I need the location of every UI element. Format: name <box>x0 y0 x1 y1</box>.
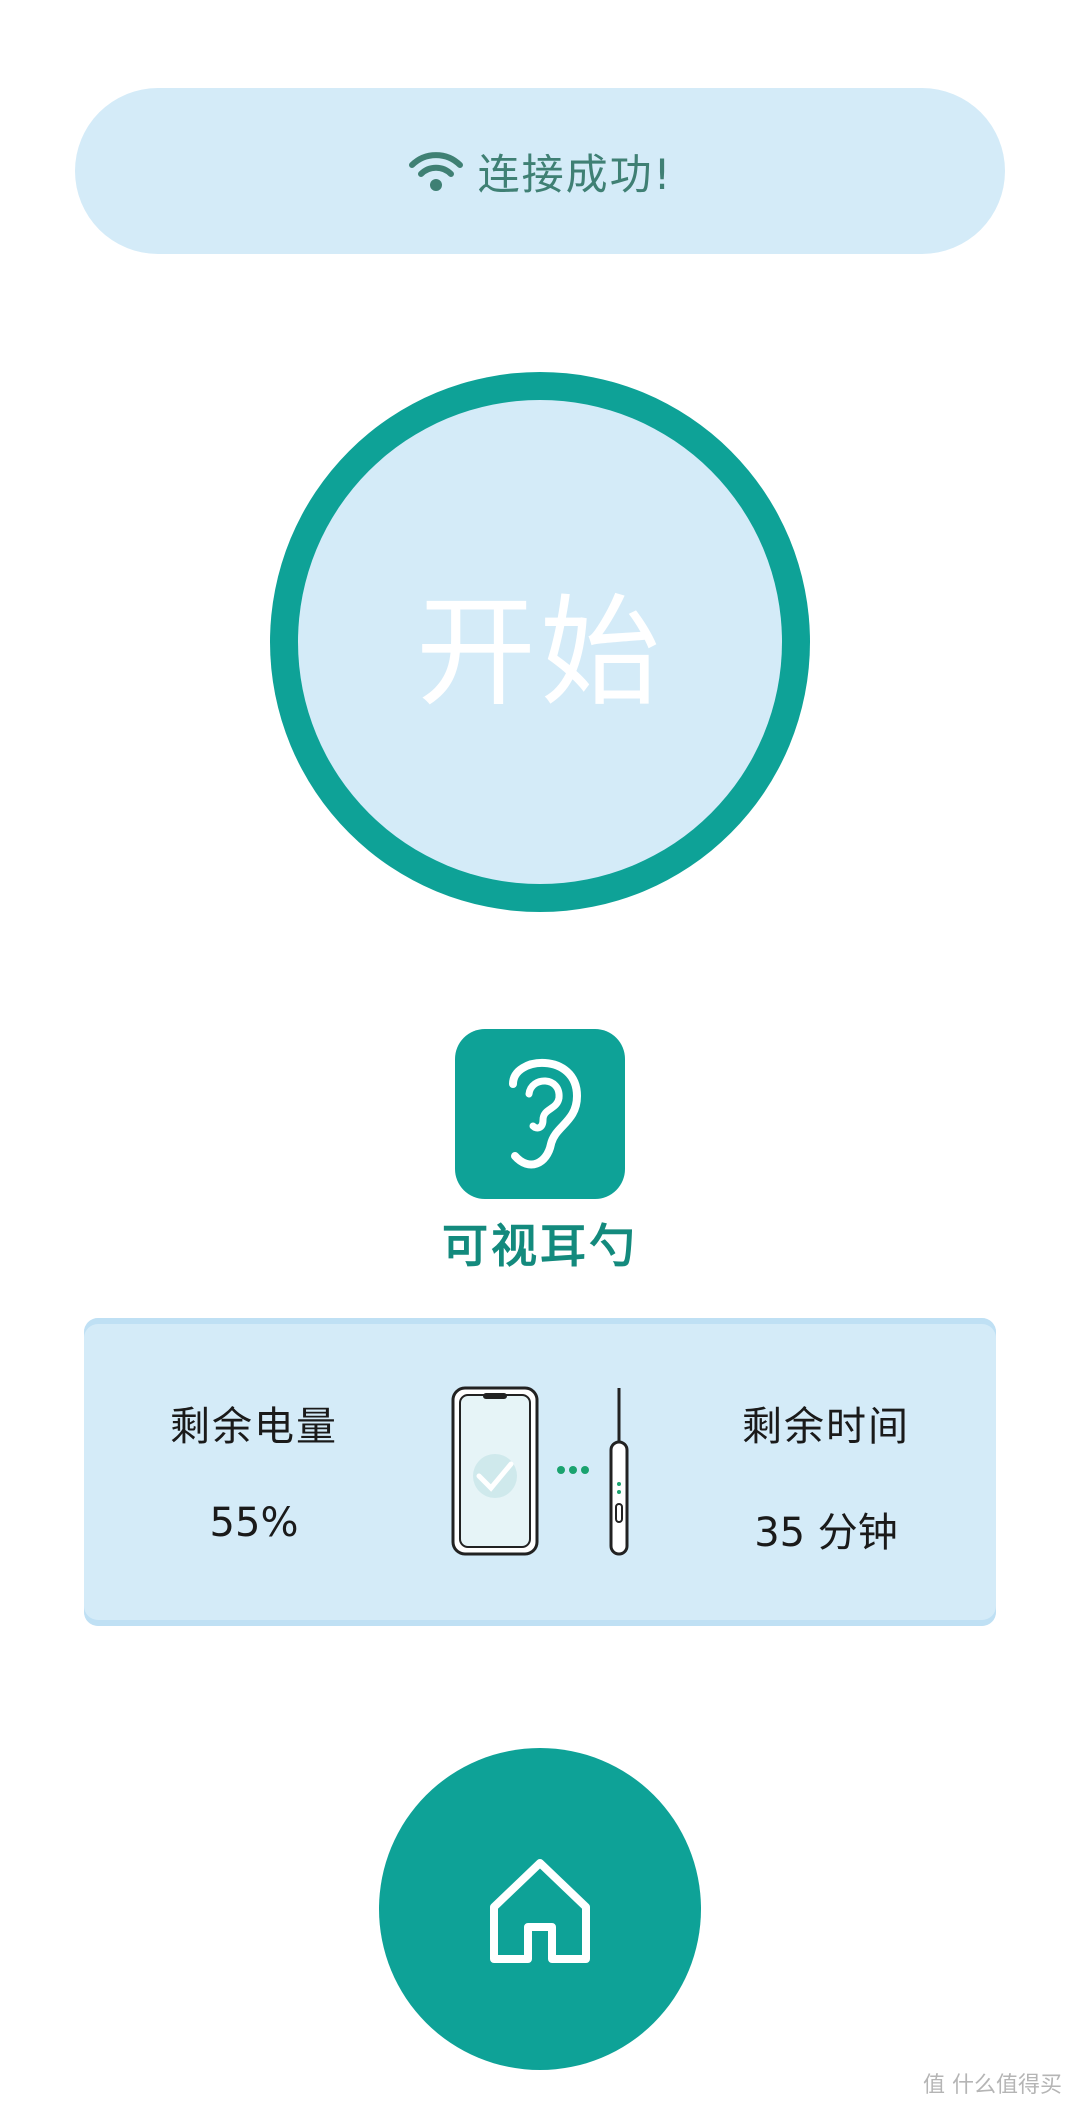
start-button-face[interactable]: 开始 <box>298 400 782 884</box>
battery-value: 55% <box>209 1500 299 1546</box>
wifi-icon <box>408 152 463 191</box>
time-label: 剩余时间 <box>742 1404 910 1450</box>
watermark: 值 什么值得买 <box>923 2073 1062 2098</box>
phone-earpick-connection-icon <box>451 1386 629 1556</box>
time-section: 剩余时间 35 分钟 <box>676 1318 976 1626</box>
time-value: 35 分钟 <box>754 1510 898 1556</box>
battery-label: 剩余电量 <box>170 1404 338 1450</box>
start-button[interactable]: 开始 <box>270 372 810 912</box>
device-status-panel: 剩余电量 55% 剩余时间 35 分钟 <box>84 1318 996 1626</box>
home-button[interactable] <box>379 1748 701 2070</box>
ear-glyph <box>509 1059 582 1169</box>
ear-icon[interactable] <box>455 1029 625 1199</box>
connection-status-text: 连接成功! <box>477 149 673 199</box>
connection-status-banner: 连接成功! <box>75 88 1005 254</box>
home-icon <box>490 1859 590 1963</box>
device-name: 可视耳勺 <box>442 1219 638 1273</box>
battery-section: 剩余电量 55% <box>104 1318 404 1626</box>
start-button-label: 开始 <box>416 584 664 723</box>
